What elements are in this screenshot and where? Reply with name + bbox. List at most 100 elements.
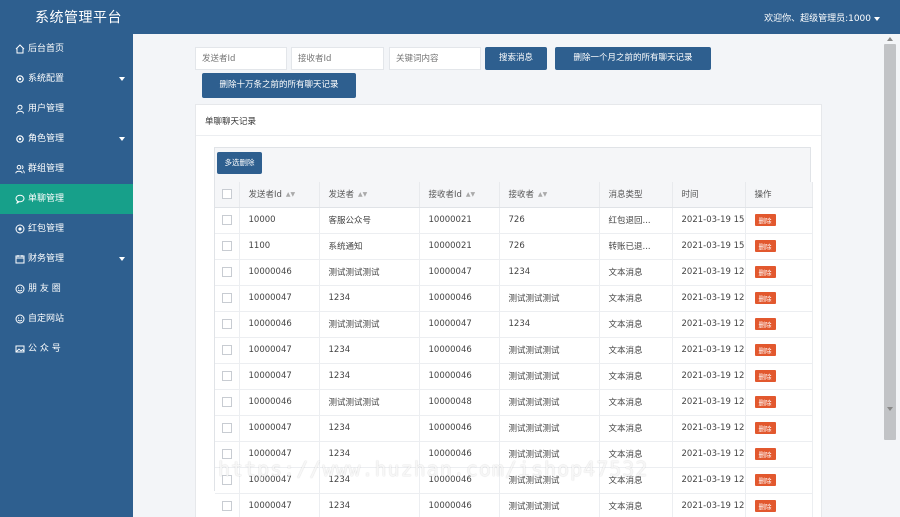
cell-value: 2021-03-19 15	[681, 215, 745, 225]
table-cell: 测试测试测试	[499, 285, 600, 312]
sidebar-item[interactable]: 用户管理	[0, 94, 133, 124]
row-checkbox[interactable]	[221, 448, 232, 459]
sidebar-item[interactable]: 公 众 号	[0, 334, 133, 364]
scrollbar-thumb[interactable]	[884, 44, 896, 440]
table-cell: 2021-03-19 15	[672, 233, 746, 260]
sidebar-item[interactable]: 群组管理	[0, 154, 133, 184]
delete-button[interactable]: 删除	[754, 474, 776, 486]
cell-value: 文本消息	[608, 372, 643, 382]
gear-icon	[14, 74, 25, 85]
sidebar-item[interactable]: 自定网站	[0, 304, 133, 334]
table-row[interactable]: 10000047 1234 10000046 测试测试测试 文本消息 2021-03-19…	[215, 415, 813, 442]
table-row[interactable]: 10000047 1234 10000046 测试测试测试 文本消息 2021-03-19…	[215, 363, 813, 390]
sort-icon[interactable]: ▲▼	[358, 191, 367, 198]
sidebar-item[interactable]: 朋 友 圈	[0, 274, 133, 304]
scroll-down-icon[interactable]	[887, 407, 893, 411]
cell-value: 10000047	[248, 501, 292, 511]
multi-delete-button[interactable]: 多选删除	[217, 152, 262, 174]
table-row[interactable]: 10000047 1234 10000046 测试测试测试 文本消息 2021-03-19…	[215, 493, 813, 517]
column-header[interactable]: 发送者 ▲▼	[319, 182, 420, 208]
calendar-icon	[14, 254, 25, 265]
column-header[interactable]: 时间	[672, 182, 746, 208]
cell-value: 文本消息	[608, 398, 643, 408]
actions-cell: 删除	[744, 285, 813, 312]
chevron-down-icon	[119, 77, 125, 81]
cell-value: 10000047	[248, 371, 292, 381]
delete-button[interactable]: 删除	[754, 318, 776, 330]
delete-button[interactable]: 删除	[754, 422, 776, 434]
chevron-down-icon	[119, 137, 125, 141]
user-menu[interactable]: 欢迎你、超级管理员:1000	[764, 11, 880, 24]
column-header[interactable]: 接收者Id ▲▼	[419, 182, 500, 208]
sidebar-item[interactable]: 系统配置	[0, 64, 133, 94]
cell-value: 测试测试测试	[328, 398, 380, 408]
select-all-cell	[215, 182, 240, 208]
column-header[interactable]: 消息类型	[599, 182, 673, 208]
actions-cell: 删除	[744, 441, 813, 468]
row-checkbox[interactable]	[221, 344, 232, 355]
receiver-id-input[interactable]	[291, 47, 384, 70]
table-cell: 文本消息	[599, 389, 673, 416]
row-checkbox[interactable]	[221, 266, 232, 277]
actions-cell: 删除	[744, 311, 813, 338]
table-row[interactable]: 10000046 测试测试测试 10000047 1234 文本消息 2021-03-19…	[215, 259, 813, 286]
keyword-input[interactable]	[389, 47, 481, 70]
row-checkbox[interactable]	[221, 474, 232, 485]
column-header[interactable]: 接收者 ▲▼	[499, 182, 600, 208]
table-cell: 10000046	[239, 311, 320, 338]
sidebar-item[interactable]: 财务管理	[0, 244, 133, 274]
table-cell: 文本消息	[599, 311, 673, 338]
smile-icon	[14, 284, 25, 295]
table-cell: 客服公众号	[319, 207, 420, 234]
cell-value: 10000047	[248, 449, 292, 459]
sidebar-item[interactable]: 角色管理	[0, 124, 133, 154]
row-checkbox[interactable]	[221, 422, 232, 433]
actions-cell: 删除	[744, 363, 813, 390]
delete-button[interactable]: 删除	[754, 266, 776, 278]
sort-icon[interactable]: ▲▼	[286, 191, 295, 198]
table-cell: 测试测试测试	[499, 389, 600, 416]
table-row[interactable]: 10000046 测试测试测试 10000047 1234 文本消息 2021-03-19…	[215, 311, 813, 338]
delete-month-button[interactable]: 删除一个月之前的所有聊天记录	[555, 47, 711, 70]
cell-value: 10000046	[428, 371, 472, 381]
row-checkbox[interactable]	[221, 292, 232, 303]
delete-button[interactable]: 删除	[754, 448, 776, 460]
table-row[interactable]: 10000 客服公众号 10000021 726 红包退回... 2021-03-19 1…	[215, 207, 813, 234]
delete-button[interactable]: 删除	[754, 292, 776, 304]
cell-value: 2021-03-19 12	[681, 475, 745, 485]
sender-id-input[interactable]	[195, 47, 287, 70]
column-header[interactable]: 发送者Id ▲▼	[239, 182, 320, 208]
delete-button[interactable]: 删除	[754, 344, 776, 356]
table-row[interactable]: 10000046 测试测试测试 10000048 测试测试测试 文本消息 2021-03-…	[215, 389, 813, 416]
actions-cell: 删除	[744, 207, 813, 234]
row-checkbox[interactable]	[221, 396, 232, 407]
delete-button[interactable]: 删除	[754, 370, 776, 382]
table-row[interactable]: 10000047 1234 10000046 测试测试测试 文本消息 2021-03-19…	[215, 467, 813, 494]
table-row[interactable]: 10000047 1234 10000046 测试测试测试 文本消息 2021-03-19…	[215, 285, 813, 312]
sort-icon[interactable]: ▲▼	[538, 191, 547, 198]
scroll-up-icon[interactable]	[887, 37, 893, 41]
delete-button[interactable]: 删除	[754, 240, 776, 252]
delete-button[interactable]: 删除	[754, 214, 776, 226]
sort-icon[interactable]: ▲▼	[466, 191, 475, 198]
sidebar-item[interactable]: 单聊管理	[0, 184, 133, 214]
row-checkbox[interactable]	[221, 318, 232, 329]
table-cell: 1234	[319, 285, 420, 312]
select-all-checkbox[interactable]	[221, 189, 232, 199]
row-checkbox[interactable]	[221, 240, 232, 251]
table-row[interactable]: 1100 系统通知 10000021 726 转账已退... 2021-03-19 15 删…	[215, 233, 813, 260]
row-checkbox[interactable]	[221, 370, 232, 381]
sidebar-item[interactable]: 后台首页	[0, 34, 133, 64]
delete-button[interactable]: 删除	[754, 500, 776, 512]
cell-value: 测试测试测试	[508, 502, 560, 512]
row-checkbox[interactable]	[221, 500, 232, 511]
row-checkbox[interactable]	[221, 214, 232, 225]
table-cell: 10000021	[419, 207, 500, 234]
table-row[interactable]: 10000047 1234 10000046 测试测试测试 文本消息 2021-03-19…	[215, 337, 813, 364]
delete-button[interactable]: 删除	[754, 396, 776, 408]
delete-100k-button[interactable]: 删除十万条之前的所有聊天记录	[202, 73, 356, 98]
table-row[interactable]: 10000047 1234 10000046 测试测试测试 文本消息 2021-03-19…	[215, 441, 813, 468]
cell-value: 1234	[328, 345, 351, 355]
search-button[interactable]: 搜索消息	[485, 47, 547, 70]
sidebar-item[interactable]: 红包管理	[0, 214, 133, 244]
